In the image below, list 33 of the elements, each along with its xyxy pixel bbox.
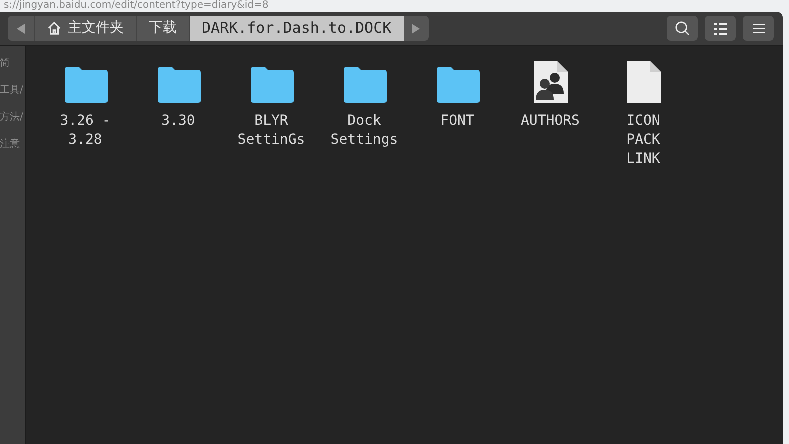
menu-icon — [752, 24, 764, 34]
sidebar-text: 简 — [0, 58, 11, 70]
file-name[interactable]: 3.30 — [144, 112, 214, 131]
search-icon — [675, 21, 690, 36]
sidebar-text: 工具/ — [0, 85, 24, 97]
menu-button[interactable] — [743, 16, 774, 41]
right-triangle-icon — [412, 24, 420, 34]
file-name[interactable]: FONT — [422, 112, 492, 131]
file-name[interactable]: 3.26 - 3.28 — [50, 112, 120, 150]
sidebar-text: 注意 — [0, 139, 21, 151]
list-icon — [714, 22, 727, 34]
folder-icon — [342, 66, 388, 104]
sidebar-text: 方法/ — [0, 112, 24, 124]
file-name[interactable]: BLYR SettinGs — [236, 112, 306, 150]
document-people-icon — [532, 60, 568, 104]
document-icon — [626, 60, 662, 104]
path-segment[interactable]: 下载 — [136, 16, 189, 41]
home-icon — [47, 21, 62, 36]
folder-icon — [248, 66, 294, 104]
search-button[interactable] — [667, 16, 698, 41]
forward-button[interactable] — [404, 16, 429, 41]
file-name[interactable]: AUTHORS — [516, 112, 586, 131]
path-segment[interactable]: DARK.for.Dash.to.DOCK — [189, 16, 404, 41]
file-name[interactable]: ICON PACK LINK — [608, 112, 678, 169]
path-segment[interactable]: 主文件夹 — [34, 16, 136, 41]
folder-icon — [62, 66, 108, 104]
file-name[interactable]: Dock Settings — [330, 112, 400, 150]
list-view-button[interactable] — [705, 16, 736, 41]
back-button[interactable] — [8, 16, 34, 41]
folder-icon — [434, 66, 480, 104]
address-text: s://jingyan.baidu.com/edit/content?type=diary&id=8 — [3, 0, 270, 12]
left-triangle-icon — [17, 24, 25, 34]
folder-icon — [156, 66, 202, 104]
